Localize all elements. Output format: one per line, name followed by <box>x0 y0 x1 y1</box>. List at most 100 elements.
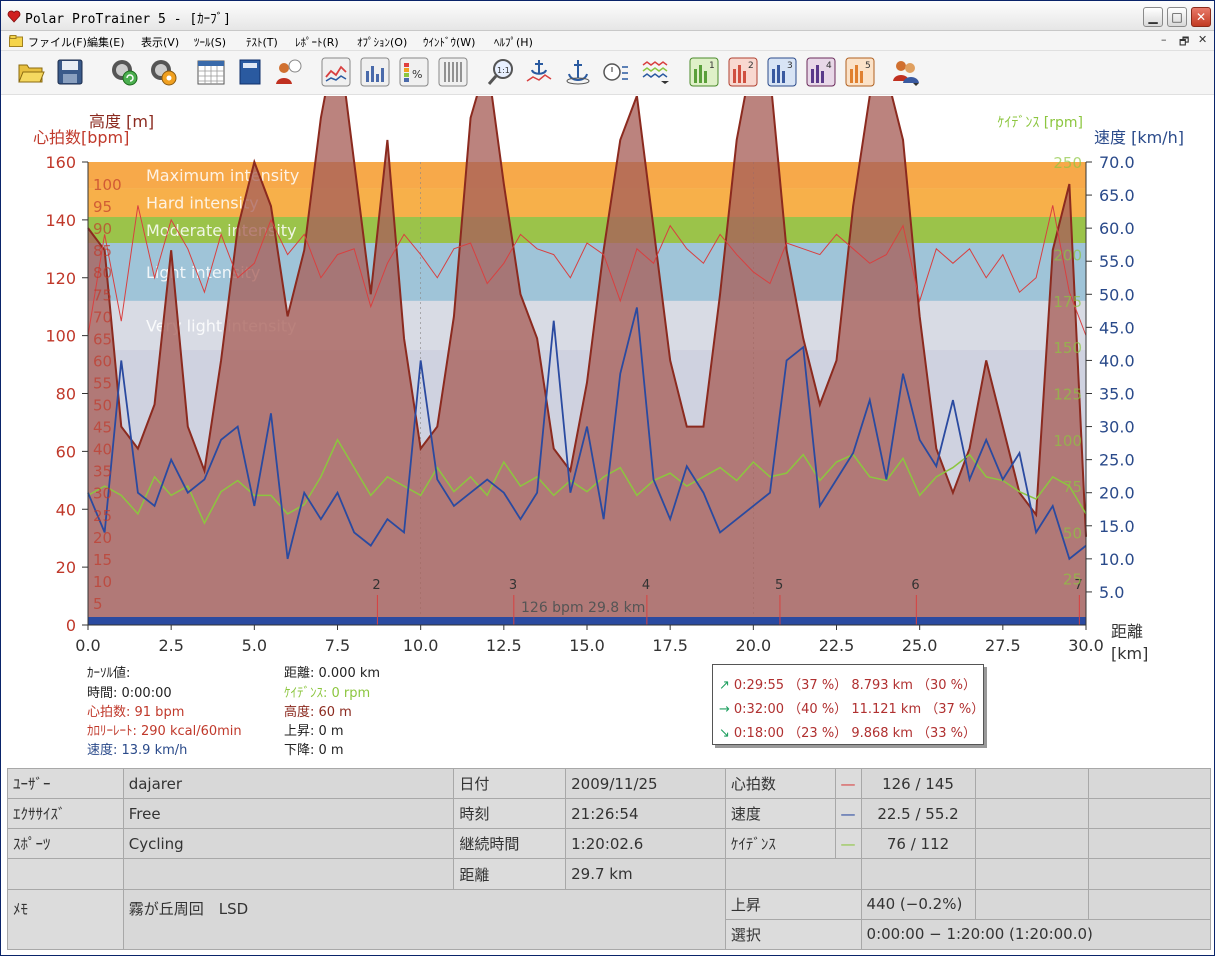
menu-file[interactable]: ファイル(F) <box>28 34 87 50</box>
cadence-axis-title: ｹｲﾃﾞﾝｽ [rpm] <box>997 115 1083 131</box>
close-button[interactable]: ✕ <box>1191 7 1211 27</box>
x-tick-label: 27.5 <box>985 636 1021 655</box>
mdi-minimize-button[interactable]: – <box>1161 33 1167 46</box>
speed-tick-label: 65.0 <box>1099 186 1135 205</box>
menu-window[interactable]: ｳｲﾝﾄﾞｳ(W) <box>423 34 475 50</box>
speed-tick-label: 25.0 <box>1099 451 1135 470</box>
ascent-label: 上昇 <box>724 888 862 920</box>
anchor-icon[interactable] <box>563 57 593 87</box>
curve-chart[interactable]: Maximum intensityHard intensityModerate … <box>1 96 1214 668</box>
cursor-descent: 下降: 0 m <box>284 743 344 758</box>
view-3-icon[interactable]: 3 <box>767 57 797 87</box>
multi-line-icon[interactable] <box>641 57 671 87</box>
hr-tick-label: 60 <box>56 442 76 461</box>
menu-report[interactable]: ﾚﾎﾟｰﾄ(R) <box>295 34 339 50</box>
anchor-chart-icon[interactable] <box>524 57 554 87</box>
speed-tick-label: 55.0 <box>1099 252 1135 271</box>
zoom-1to1-icon[interactable]: 1:1 <box>486 57 516 87</box>
downhill-row: ↘ 0:18:00 （23 %） 9.868 km （33 %） <box>719 722 976 741</box>
table-icon[interactable] <box>438 57 468 87</box>
cadence-value: 76 / 112 <box>860 828 976 860</box>
view-4-icon[interactable]: 4 <box>806 57 836 87</box>
line-chart-icon[interactable] <box>321 57 351 87</box>
toolbar: % 1:1 1 2 3 4 5 <box>1 51 1214 95</box>
time-label: 時刻 <box>453 798 567 830</box>
hr-label: 心拍数 <box>724 767 836 800</box>
lap-number: 4 <box>642 578 650 593</box>
hr-tick-label: 0 <box>66 616 76 635</box>
minimize-button[interactable]: ▁ <box>1143 7 1163 27</box>
uphill-text: 0:29:55 （37 %） 8.793 km （30 %） <box>733 678 977 693</box>
exercise-value: Free <box>122 798 455 830</box>
distance-value: 29.7 km <box>565 858 726 890</box>
cursor-time: 時間: 0:00:00 <box>87 686 172 701</box>
save-icon[interactable] <box>55 57 85 87</box>
menu-tools[interactable]: ﾂｰﾙ(S) <box>194 34 226 50</box>
speed-tick-label: 5.0 <box>1099 583 1124 602</box>
view-5-icon[interactable]: 5 <box>845 57 875 87</box>
open-folder-icon[interactable] <box>16 57 46 87</box>
window-title: Polar ProTrainer 5 - [ｶｰﾌﾞ] <box>25 12 232 27</box>
percent-chart-icon[interactable]: % <box>399 57 429 87</box>
calendar-icon[interactable] <box>196 57 226 87</box>
x-tick-label: 17.5 <box>652 636 688 655</box>
sync-icon[interactable] <box>109 57 139 87</box>
slope-summary-box: ↗ 0:29:55 （37 %） 8.793 km （30 %） → 0:32:00… <box>712 664 984 745</box>
altitude-tick-label: 85 <box>93 242 112 260</box>
x-tick-label: 12.5 <box>486 636 522 655</box>
users-icon[interactable] <box>891 57 921 87</box>
time-value: 21:26:54 <box>565 798 726 830</box>
hr-tick-label: 80 <box>56 385 76 404</box>
altitude-tick-label: 45 <box>93 419 112 437</box>
uphill-row: ↗ 0:29:55 （37 %） 8.793 km （30 %） <box>719 674 976 693</box>
altitude-tick-label: 40 <box>93 441 112 459</box>
mdi-close-button[interactable]: ✕ <box>1198 33 1207 46</box>
maximize-button[interactable]: □ <box>1167 7 1187 27</box>
view-2-icon[interactable]: 2 <box>728 57 758 87</box>
speed-tick-label: 70.0 <box>1099 153 1135 172</box>
speed-label: 速度 <box>724 798 836 830</box>
cadence-tick-label: 125 <box>1053 386 1082 404</box>
cursor-hr: 心拍数: 91 bpm <box>87 705 185 720</box>
hr-tick-label: 100 <box>45 327 76 346</box>
svg-text:%: % <box>412 68 422 81</box>
cursor-altitude: 高度: 60 m <box>284 705 352 720</box>
selection-label: 選択 <box>724 918 862 951</box>
menu-view[interactable]: 表示(V) <box>141 34 179 50</box>
x-tick-label: 30.0 <box>1068 636 1104 655</box>
speed-axis-title: 速度 [km/h] <box>1094 128 1184 147</box>
speed-tick-label: 40.0 <box>1099 351 1135 370</box>
hr-value: 126 / 145 <box>860 767 976 800</box>
stopwatch-icon[interactable] <box>601 57 631 87</box>
x-tick-label: 25.0 <box>902 636 938 655</box>
cadence-label: ｹｲﾃﾞﾝｽ <box>724 828 836 860</box>
hr-tick-label: 160 <box>45 153 76 172</box>
book-icon[interactable] <box>235 57 265 87</box>
altitude-tick-label: 5 <box>93 595 103 613</box>
x-tick-label: 15.0 <box>569 636 605 655</box>
menu-test[interactable]: ﾃｽﾄ(T) <box>246 34 278 50</box>
speed-tick-label: 10.0 <box>1099 550 1135 569</box>
heart-icon <box>7 10 21 23</box>
speed-tick-label: 45.0 <box>1099 318 1135 337</box>
menu-edit[interactable]: 編集(E) <box>87 34 125 50</box>
memo-value[interactable]: 霧が丘周回 LSD <box>122 888 726 951</box>
cadence-tick-label: 250 <box>1053 154 1082 172</box>
user-info-icon[interactable] <box>273 57 303 87</box>
view-1-icon[interactable]: 1 <box>689 57 719 87</box>
user-label: ﾕｰｻﾞｰ <box>7 767 124 800</box>
ascent-value: 440 (−0.2%) <box>860 888 976 920</box>
hr-legend-swatch: — <box>834 767 862 800</box>
settings-icon[interactable] <box>148 57 178 87</box>
mdi-restore-button[interactable]: 🗗 <box>1179 33 1189 52</box>
cadence-tick-label: 150 <box>1053 339 1082 357</box>
menu-options[interactable]: ｵﾌﾟｼｮﾝ(O) <box>357 34 407 50</box>
altitude-tick-label: 15 <box>93 551 112 569</box>
altitude-tick-label: 30 <box>93 485 112 503</box>
bar-chart-icon[interactable] <box>360 57 390 87</box>
date-label: 日付 <box>453 767 567 800</box>
speed-tick-label: 20.0 <box>1099 484 1135 503</box>
menu-help[interactable]: ﾍﾙﾌﾟ(H) <box>494 34 533 50</box>
menu-bar: ファイル(F) 編集(E) 表示(V) ﾂｰﾙ(S) ﾃｽﾄ(T) ﾚﾎﾟｰﾄ(… <box>1 31 1214 51</box>
downhill-arrow-icon: ↘ <box>719 726 730 741</box>
